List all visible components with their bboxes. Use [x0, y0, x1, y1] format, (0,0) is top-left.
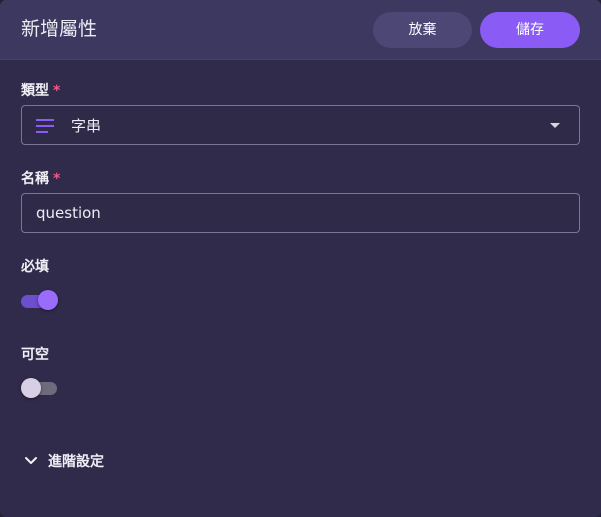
dialog-header: 新增屬性 放棄 儲存: [0, 0, 601, 60]
toggle-thumb: [21, 378, 41, 398]
type-select-value: 字串: [71, 117, 102, 135]
caret-down-icon: [550, 123, 560, 128]
name-input[interactable]: [21, 193, 580, 233]
chevron-down-icon: [25, 457, 37, 464]
name-field-label: 名稱 *: [21, 170, 60, 188]
advanced-settings-label: 進階設定: [48, 454, 104, 470]
name-label-text: 名稱: [21, 171, 49, 187]
required-mark: *: [53, 83, 61, 99]
add-property-dialog: 新增屬性 放棄 儲存 類型* 字串 名稱* 必填 可空 進階設定: [0, 0, 601, 517]
discard-button[interactable]: 放棄: [373, 12, 472, 48]
text-lines-icon: [36, 119, 54, 133]
required-toggle[interactable]: [21, 290, 59, 312]
type-field-label: 類型 *: [21, 82, 60, 100]
dialog-title: 新增屬性: [21, 18, 98, 40]
type-label-text: 類型: [21, 83, 49, 99]
required-field-label: 必填: [21, 259, 49, 275]
save-button[interactable]: 儲存: [480, 12, 580, 48]
type-select[interactable]: 字串: [21, 105, 580, 145]
required-mark: *: [53, 171, 61, 187]
nullable-toggle[interactable]: [21, 377, 59, 399]
nullable-field-label: 可空: [21, 347, 49, 363]
toggle-thumb: [38, 290, 58, 310]
